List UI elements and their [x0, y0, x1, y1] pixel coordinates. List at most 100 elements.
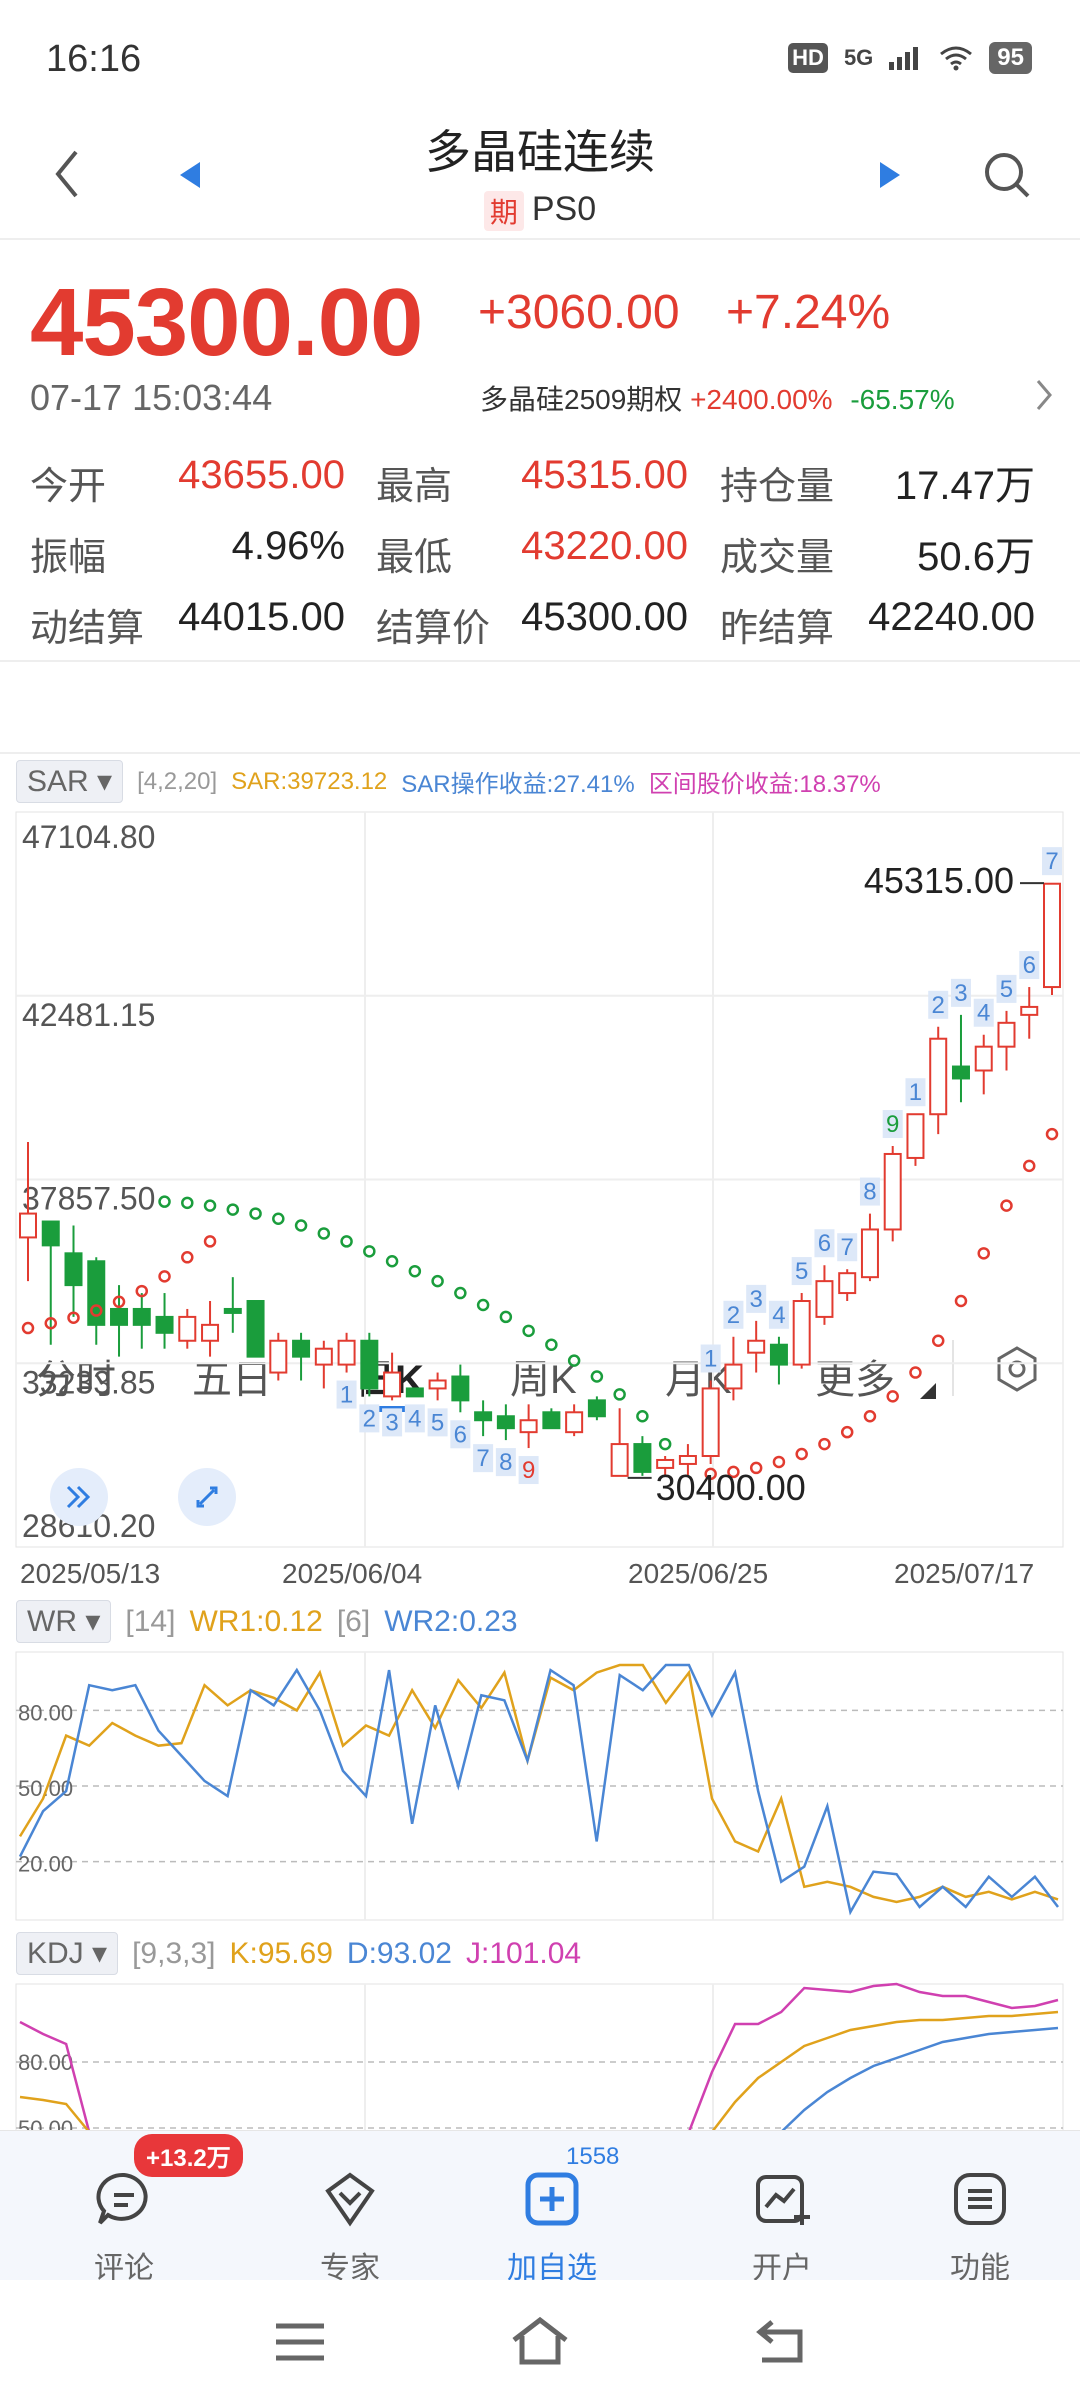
- sequence-marker: 5: [1000, 976, 1013, 1003]
- stat-value: 42240.00: [868, 595, 1035, 639]
- candle: [474, 1400, 493, 1437]
- sar-range-profit: 区间股价收益:18.37%: [648, 771, 881, 798]
- stat-label: 最高: [376, 466, 453, 508]
- chevron-right-icon[interactable]: [1034, 378, 1054, 412]
- option-name: 多晶硅2509期权: [480, 384, 683, 415]
- nav-expert[interactable]: 专家: [280, 2151, 420, 2285]
- stat-value: 43220.00: [521, 524, 688, 568]
- candle: [565, 1404, 584, 1437]
- fullscreen-button[interactable]: [178, 1468, 236, 1526]
- sar-indicator-select[interactable]: SAR ▾: [16, 760, 124, 803]
- sar-value: SAR:39723.12: [231, 767, 388, 795]
- add-watchlist-icon: [525, 2172, 579, 2226]
- candle: [337, 1332, 356, 1373]
- candle: [769, 1336, 788, 1385]
- stat-label: 今开: [30, 466, 107, 508]
- candle: [64, 1225, 83, 1317]
- kdj-d-line: [780, 2026, 1059, 2132]
- system-nav-bar: [0, 2280, 1080, 2408]
- sequence-marker: 1: [909, 1079, 922, 1106]
- candle: [87, 1257, 106, 1345]
- sequence-marker: 8: [499, 1449, 512, 1476]
- candle: [314, 1340, 333, 1389]
- next-contract-icon[interactable]: [876, 160, 902, 190]
- wifi-icon: [940, 46, 973, 71]
- kdj-y-label: 80.00: [18, 2050, 73, 2075]
- candle: [405, 1387, 424, 1398]
- home-icon[interactable]: [508, 2314, 572, 2368]
- sar-dot-up: [863, 1410, 877, 1423]
- watchlist-count: 1558: [566, 2143, 620, 2170]
- kdj-j-value: J:101.04: [466, 1936, 582, 1970]
- candle: [633, 1436, 652, 1476]
- candle: [860, 1213, 879, 1282]
- sar-dot-up: [158, 1270, 171, 1283]
- sar-dot-up: [203, 1235, 217, 1248]
- nav-open-account[interactable]: 开户: [712, 2151, 852, 2285]
- open-account-icon: [756, 2175, 810, 2225]
- stat-value: 43655.00: [178, 453, 345, 497]
- bottom-nav: 评论 +13.2万 专家 加自选 1558 开户 功能: [0, 2130, 1080, 2285]
- date-label-1: 2025/05/13: [20, 1558, 161, 1589]
- menu-icon: [954, 2173, 1006, 2225]
- sequence-marker: 6: [1023, 952, 1036, 979]
- sar-dot-up: [886, 1390, 899, 1403]
- wr2-value: WR2:0.23: [384, 1604, 518, 1638]
- candle: [997, 1010, 1016, 1071]
- candle: [610, 1408, 629, 1477]
- sequence-marker: 9: [886, 1111, 899, 1138]
- stat-value: 17.47万: [894, 464, 1035, 508]
- last-price: 45300.00: [30, 269, 423, 376]
- status-bar: 16:16 HD 5G 95: [0, 0, 1080, 110]
- date-label-2: 2025/06/04: [282, 1558, 423, 1589]
- sar-dot-up: [21, 1321, 35, 1335]
- y-axis-label: 42481.15: [22, 997, 155, 1033]
- candle: [929, 1026, 948, 1135]
- wr-param-2: [6]: [336, 1604, 371, 1638]
- candle: [223, 1277, 242, 1333]
- wr-y-label: 80.00: [18, 1700, 73, 1725]
- signal-icon: [889, 47, 919, 70]
- expand-left-button[interactable]: [50, 1468, 108, 1526]
- sequence-marker: 7: [476, 1445, 489, 1472]
- search-icon[interactable]: [982, 150, 1032, 200]
- sar-dot-down: [522, 1324, 535, 1338]
- sequence-marker: 2: [932, 992, 945, 1019]
- wr-indicator-select[interactable]: WR ▾: [16, 1600, 112, 1643]
- kdj-d-value: D:93.02: [346, 1936, 452, 1970]
- status-icons: HD 5G 95: [788, 42, 1032, 74]
- network-label: 5G: [843, 45, 874, 70]
- kdj-params: [9,3,3]: [132, 1936, 216, 1970]
- nav-functions[interactable]: 功能: [910, 2151, 1050, 2285]
- sar-profit: SAR操作收益:27.41%: [401, 771, 635, 798]
- candlestick-chart[interactable]: 47104.8042481.1537857.5033233.8528610.20…: [0, 805, 1080, 1595]
- option-value-1: +2400.00%: [690, 384, 833, 415]
- date-label-4: 2025/07/17: [894, 1558, 1035, 1589]
- kdj-chart-frame: [15, 1983, 1064, 2132]
- sar-dot-down: [476, 1298, 490, 1312]
- sequence-marker: 3: [749, 1286, 762, 1313]
- sar-legend: SAR ▾ [4,2,20] SAR:39723.12 SAR操作收益:27.4…: [16, 760, 881, 803]
- contract-code: 期 PS0: [0, 190, 1080, 232]
- candle: [451, 1364, 470, 1413]
- candle: [519, 1404, 538, 1449]
- sequence-marker: 2: [363, 1405, 376, 1432]
- kdj-indicator-select[interactable]: KDJ ▾: [16, 1932, 119, 1975]
- sequence-marker: 5: [431, 1409, 444, 1436]
- high-price-label: 45315.00: [864, 860, 1014, 901]
- sar-dot-up: [772, 1455, 786, 1469]
- option-link[interactable]: 多晶硅2509期权 +2400.00% -65.57%: [480, 378, 955, 418]
- wr-y-label: 20.00: [18, 1852, 73, 1877]
- sar-dot-up: [1045, 1127, 1059, 1141]
- stat-label: 成交量: [720, 537, 835, 579]
- wr-param-1: [14]: [125, 1604, 176, 1638]
- candle: [246, 1300, 265, 1358]
- price-change: +3060.00: [478, 286, 680, 339]
- sequence-marker: 3: [385, 1409, 398, 1436]
- sar-dot-up: [931, 1334, 945, 1348]
- sar-dot-up: [909, 1366, 922, 1379]
- low-price-label: 30400.00: [656, 1467, 806, 1508]
- back-nav-icon[interactable]: [752, 2316, 812, 2366]
- candle: [701, 1380, 720, 1464]
- recent-apps-icon[interactable]: [272, 2320, 328, 2364]
